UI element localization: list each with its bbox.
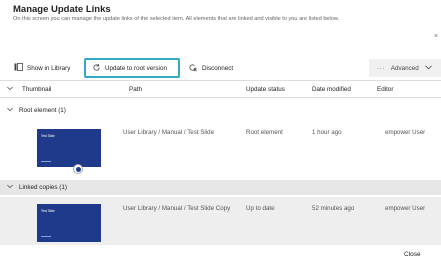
slide-thumbnail[interactable]: Test Slide: [37, 204, 101, 242]
row-path[interactable]: User Library / Manual / Test Slide: [123, 129, 214, 136]
header-thumbnail[interactable]: Thumbnail: [22, 86, 51, 93]
update-to-root-button[interactable]: Update to root version: [92, 63, 167, 74]
close-icon[interactable]: ×: [434, 33, 438, 40]
header-update-status[interactable]: Update status: [246, 86, 285, 93]
header-date-modified[interactable]: Date modified: [312, 86, 351, 93]
root-marker-icon: [73, 164, 83, 174]
close-button[interactable]: Close: [404, 251, 421, 258]
more-icon: ···: [377, 64, 385, 72]
header-editor[interactable]: Editor: [377, 86, 393, 93]
slide-thumbnail[interactable]: Test Slide: [37, 129, 101, 167]
group-label: Root element (1): [19, 107, 66, 114]
group-root-element[interactable]: Root element (1): [7, 107, 66, 114]
chevron-down-icon: [7, 184, 13, 191]
disconnect-icon: [188, 63, 198, 74]
dialog-title: Manage Update Links: [13, 4, 111, 15]
thumbnail-title: Test Slide: [41, 209, 55, 213]
show-in-library-label: Show in Library: [27, 64, 71, 72]
chevron-down-icon: [7, 107, 13, 114]
row-editor: empower User: [385, 129, 426, 136]
chevron-down-icon: [424, 64, 432, 72]
divider: [0, 97, 441, 98]
row-status: Up to date: [246, 205, 275, 212]
refresh-icon: [92, 63, 101, 74]
row-path[interactable]: User Library / Manual / Test Slide Copy: [123, 205, 230, 212]
group-linked-copies[interactable]: Linked copies (1): [7, 184, 67, 191]
advanced-label: Advanced: [390, 64, 419, 72]
thumbnail-title: Test Slide: [41, 134, 55, 138]
group-label: Linked copies (1): [19, 184, 67, 191]
row-date: 52 minutes ago: [312, 205, 355, 212]
disconnect-label: Disconnect: [202, 65, 234, 72]
collapse-all-chevron-icon[interactable]: [7, 86, 13, 93]
header-path[interactable]: Path: [129, 86, 142, 93]
thumbnail-line: [41, 161, 51, 162]
advanced-menu-button[interactable]: ··· Advanced: [369, 59, 441, 77]
row-status: Root element: [246, 129, 283, 136]
show-in-library-button[interactable]: Show in Library: [14, 63, 70, 73]
row-date: 1 hour ago: [312, 129, 342, 136]
thumbnail-line: [41, 236, 51, 237]
divider: [0, 80, 441, 81]
row-editor: empower User: [385, 205, 426, 212]
library-icon: [14, 63, 23, 73]
dialog-subtitle: On this screen you can manage the update…: [13, 16, 340, 22]
update-to-root-label: Update to root version: [105, 65, 167, 72]
disconnect-button[interactable]: Disconnect: [188, 63, 233, 74]
